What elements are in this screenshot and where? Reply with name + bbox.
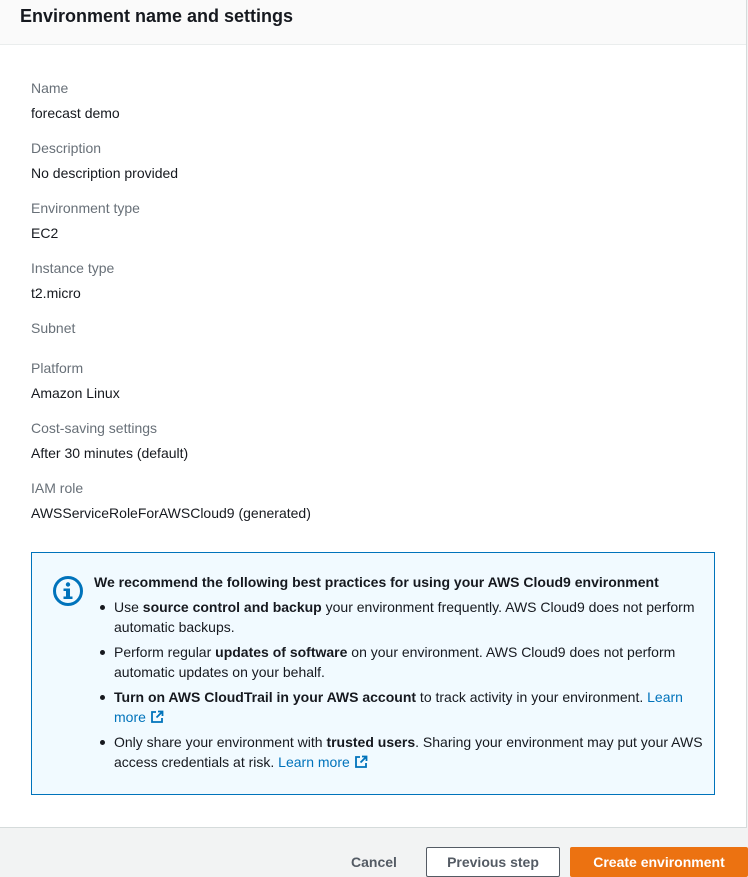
field-label: Environment type <box>31 200 140 216</box>
field-label: Cost-saving settings <box>31 420 158 436</box>
field-value: AWSServiceRoleForAWSCloud9 (generated) <box>31 505 311 521</box>
field-label: Platform <box>31 360 84 376</box>
field-value: EC2 <box>31 225 59 241</box>
panel-title: Environment name and settings <box>20 6 294 26</box>
field-cost-saving: Cost-saving settings After 30 minutes (d… <box>31 419 188 462</box>
info-icon <box>53 576 83 606</box>
item-text: Perform regular <box>114 644 216 660</box>
alert-title: We recommend the following best practice… <box>94 574 659 590</box>
external-link-icon <box>151 710 164 723</box>
list-item: Only share your environment with trusted… <box>94 732 704 772</box>
list-item: Turn on AWS CloudTrail in your AWS accou… <box>94 687 704 727</box>
item-bold: source control and backup <box>142 599 322 615</box>
field-label: Name <box>31 80 69 96</box>
previous-step-button[interactable]: Previous step <box>426 847 560 877</box>
field-value: After 30 minutes (default) <box>31 445 189 461</box>
best-practices-alert: We recommend the following best practice… <box>31 552 715 795</box>
cancel-button[interactable]: Cancel <box>341 848 407 876</box>
field-label: Subnet <box>31 320 76 336</box>
item-bold: trusted users <box>326 734 416 750</box>
field-description: Description No description provided <box>31 139 178 182</box>
best-practices-list: Use source control and backup your envir… <box>94 597 704 777</box>
field-environment-type: Environment type EC2 <box>31 199 140 242</box>
item-bold: Turn on AWS CloudTrail in your AWS accou… <box>114 689 417 705</box>
item-bold: updates of software <box>215 644 348 660</box>
environment-settings-panel: Environment name and settings Name forec… <box>0 0 747 828</box>
list-item: Perform regular updates of software on y… <box>94 642 704 682</box>
link-label: Learn more <box>278 754 350 770</box>
item-text: Only share your environment with <box>114 734 327 750</box>
learn-more-link[interactable]: Learn more <box>278 754 368 770</box>
list-item: Use source control and backup your envir… <box>94 597 704 637</box>
field-name: Name forecast demo <box>31 79 120 122</box>
field-value: forecast demo <box>31 105 120 121</box>
field-label: Description <box>31 140 102 156</box>
create-environment-button[interactable]: Create environment <box>570 847 748 877</box>
field-value: Amazon Linux <box>31 385 120 401</box>
field-value: t2.micro <box>31 285 81 301</box>
field-instance-type: Instance type t2.micro <box>31 259 114 302</box>
field-label: IAM role <box>31 480 84 496</box>
field-platform: Platform Amazon Linux <box>31 359 120 402</box>
item-text: to track activity in your environment. <box>416 689 648 705</box>
item-text: Use <box>114 599 143 615</box>
field-iam-role: IAM role AWSServiceRoleForAWSCloud9 (gen… <box>31 479 311 522</box>
field-label: Instance type <box>31 260 115 276</box>
panel-header: Environment name and settings <box>0 0 746 45</box>
field-subnet: Subnet <box>31 319 75 344</box>
field-value: No description provided <box>31 165 179 181</box>
external-link-icon <box>354 755 368 768</box>
